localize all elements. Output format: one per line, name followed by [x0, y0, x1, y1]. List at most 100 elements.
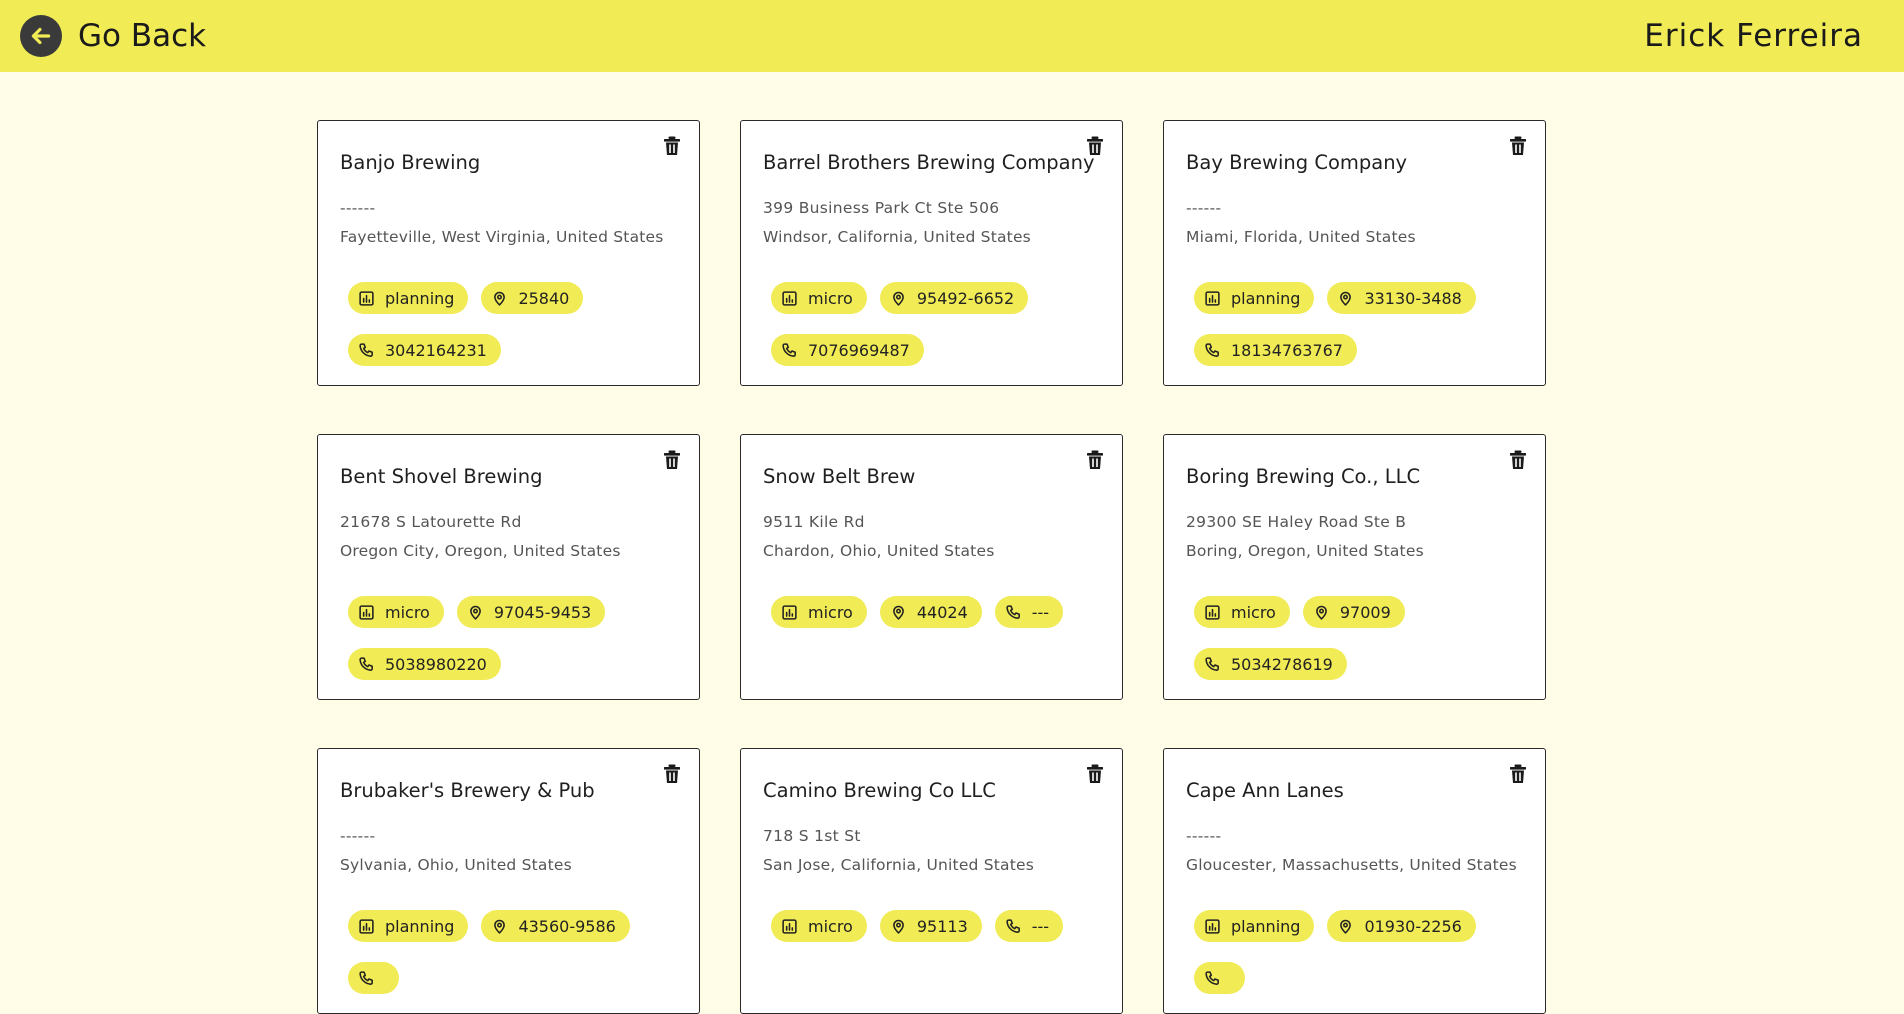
trash-icon[interactable]: [1509, 136, 1527, 156]
go-back-button[interactable]: Go Back: [20, 15, 206, 57]
type-chip: micro: [771, 910, 867, 942]
brewery-name: Banjo Brewing: [340, 151, 481, 174]
brewery-name: Bay Brewing Company: [1186, 151, 1408, 174]
postal-code-chip: 44024: [879, 596, 982, 628]
bar-chart-icon: [358, 604, 385, 621]
postal-code-chip-label: 44024: [916, 602, 968, 622]
bar-chart-icon: [781, 604, 808, 621]
trash-icon[interactable]: [1509, 450, 1527, 470]
type-chip-label: micro: [808, 288, 853, 308]
brewery-card: Cape Ann Lanes ------ Gloucester, Massac…: [1163, 748, 1546, 1014]
postal-code-chip-label: 95492-6652: [916, 288, 1015, 308]
brewery-street: ------: [1186, 827, 1222, 845]
bar-chart-icon: [781, 918, 808, 935]
phone-chip: 5034278619: [1194, 648, 1347, 680]
brewery-street: 21678 S Latourette Rd: [340, 513, 522, 531]
map-pin-icon: [467, 604, 494, 621]
trash-icon[interactable]: [663, 450, 681, 470]
phone-chip-label: 5038980220: [385, 654, 487, 674]
phone-chip: 3042164231: [348, 334, 501, 366]
type-chip: micro: [771, 596, 867, 628]
postal-code-chip-label: 33130-3488: [1364, 288, 1462, 308]
map-pin-icon: [491, 290, 518, 307]
brewery-chips: planning 33130-3488 18134763767: [1194, 282, 1524, 366]
type-chip-label: micro: [385, 602, 430, 622]
phone-icon: [1204, 656, 1231, 673]
brewery-name: Cape Ann Lanes: [1186, 779, 1344, 802]
brewery-card: Bent Shovel Brewing 21678 S Latourette R…: [317, 434, 700, 700]
brewery-location: Oregon City, Oregon, United States: [340, 542, 621, 560]
bar-chart-icon: [358, 918, 385, 935]
type-chip-label: micro: [808, 916, 853, 936]
brewery-chips: micro 95492-6652 7076969487: [771, 282, 1101, 366]
postal-code-chip-label: 01930-2256: [1364, 916, 1462, 936]
postal-code-chip: 01930-2256: [1327, 910, 1476, 942]
type-chip: micro: [348, 596, 444, 628]
brewery-location: Chardon, Ohio, United States: [763, 542, 995, 560]
arrow-left-icon[interactable]: [20, 15, 62, 57]
phone-icon: [1204, 970, 1231, 987]
brewery-street: 29300 SE Haley Road Ste B: [1186, 513, 1407, 531]
top-bar: Go Back Erick Ferreira: [0, 0, 1904, 72]
postal-code-chip: 95492-6652: [879, 282, 1029, 314]
brewery-card: Banjo Brewing ------ Fayetteville, West …: [317, 120, 700, 386]
brewery-grid: Banjo Brewing ------ Fayetteville, West …: [317, 120, 1546, 1014]
postal-code-chip: 97045-9453: [456, 596, 606, 628]
type-chip-label: planning: [1231, 916, 1301, 936]
brewery-location: Gloucester, Massachusetts, United States: [1186, 856, 1517, 874]
type-chip: planning: [348, 910, 469, 942]
phone-chip: [348, 962, 399, 994]
map-pin-icon: [1313, 604, 1340, 621]
phone-chip-label: 5034278619: [1231, 654, 1333, 674]
type-chip-label: micro: [1231, 602, 1276, 622]
brewery-card: Brubaker's Brewery & Pub ------ Sylvania…: [317, 748, 700, 1014]
brewery-location: Boring, Oregon, United States: [1186, 542, 1424, 560]
phone-icon: [358, 342, 385, 359]
go-back-label[interactable]: Go Back: [78, 18, 206, 54]
type-chip: planning: [348, 282, 469, 314]
trash-icon[interactable]: [1086, 136, 1104, 156]
brewery-card: Camino Brewing Co LLC 718 S 1st St San J…: [740, 748, 1123, 1014]
brewery-card: Bay Brewing Company ------ Miami, Florid…: [1163, 120, 1546, 386]
trash-icon[interactable]: [1086, 764, 1104, 784]
brewery-street: ------: [340, 827, 376, 845]
phone-chip: [1194, 962, 1245, 994]
type-chip-label: micro: [808, 602, 853, 622]
phone-icon: [358, 656, 385, 673]
phone-icon: [1005, 604, 1032, 621]
trash-icon[interactable]: [663, 764, 681, 784]
bar-chart-icon: [781, 290, 808, 307]
brewery-name: Boring Brewing Co., LLC: [1186, 465, 1421, 488]
postal-code-chip-label: 25840: [518, 288, 570, 308]
trash-icon[interactable]: [663, 136, 681, 156]
map-pin-icon: [1337, 290, 1364, 307]
brewery-name: Bent Shovel Brewing: [340, 465, 543, 488]
type-chip-label: planning: [385, 288, 455, 308]
postal-code-chip-label: 97045-9453: [493, 602, 592, 622]
brewery-chips: micro 97045-9453 5038980220: [348, 596, 678, 680]
phone-chip-label: ---: [1031, 916, 1050, 936]
brewery-name: Brubaker's Brewery & Pub: [340, 779, 595, 802]
postal-code-chip: 95113: [879, 910, 982, 942]
phone-chip-label: 3042164231: [385, 340, 487, 360]
phone-chip-label: ---: [1031, 602, 1050, 622]
postal-code-chip-label: 97009: [1339, 602, 1391, 622]
bar-chart-icon: [1204, 604, 1231, 621]
map-pin-icon: [890, 604, 917, 621]
brewery-name: Snow Belt Brew: [763, 465, 916, 488]
brewery-name: Camino Brewing Co LLC: [763, 779, 996, 802]
brewery-location: San Jose, California, United States: [763, 856, 1035, 874]
type-chip-label: planning: [385, 916, 455, 936]
trash-icon[interactable]: [1509, 764, 1527, 784]
trash-icon[interactable]: [1086, 450, 1104, 470]
bar-chart-icon: [358, 290, 385, 307]
type-chip-label: planning: [1231, 288, 1301, 308]
brewery-location: Fayetteville, West Virginia, United Stat…: [340, 228, 664, 246]
brewery-chips: planning 25840 3042164231: [348, 282, 678, 366]
phone-chip: ---: [994, 910, 1064, 942]
phone-icon: [358, 970, 385, 987]
brewery-chips: planning 43560-9586: [348, 910, 678, 994]
phone-icon: [1204, 342, 1231, 359]
map-pin-icon: [890, 290, 917, 307]
brewery-chips: micro 44024 ---: [771, 596, 1101, 628]
